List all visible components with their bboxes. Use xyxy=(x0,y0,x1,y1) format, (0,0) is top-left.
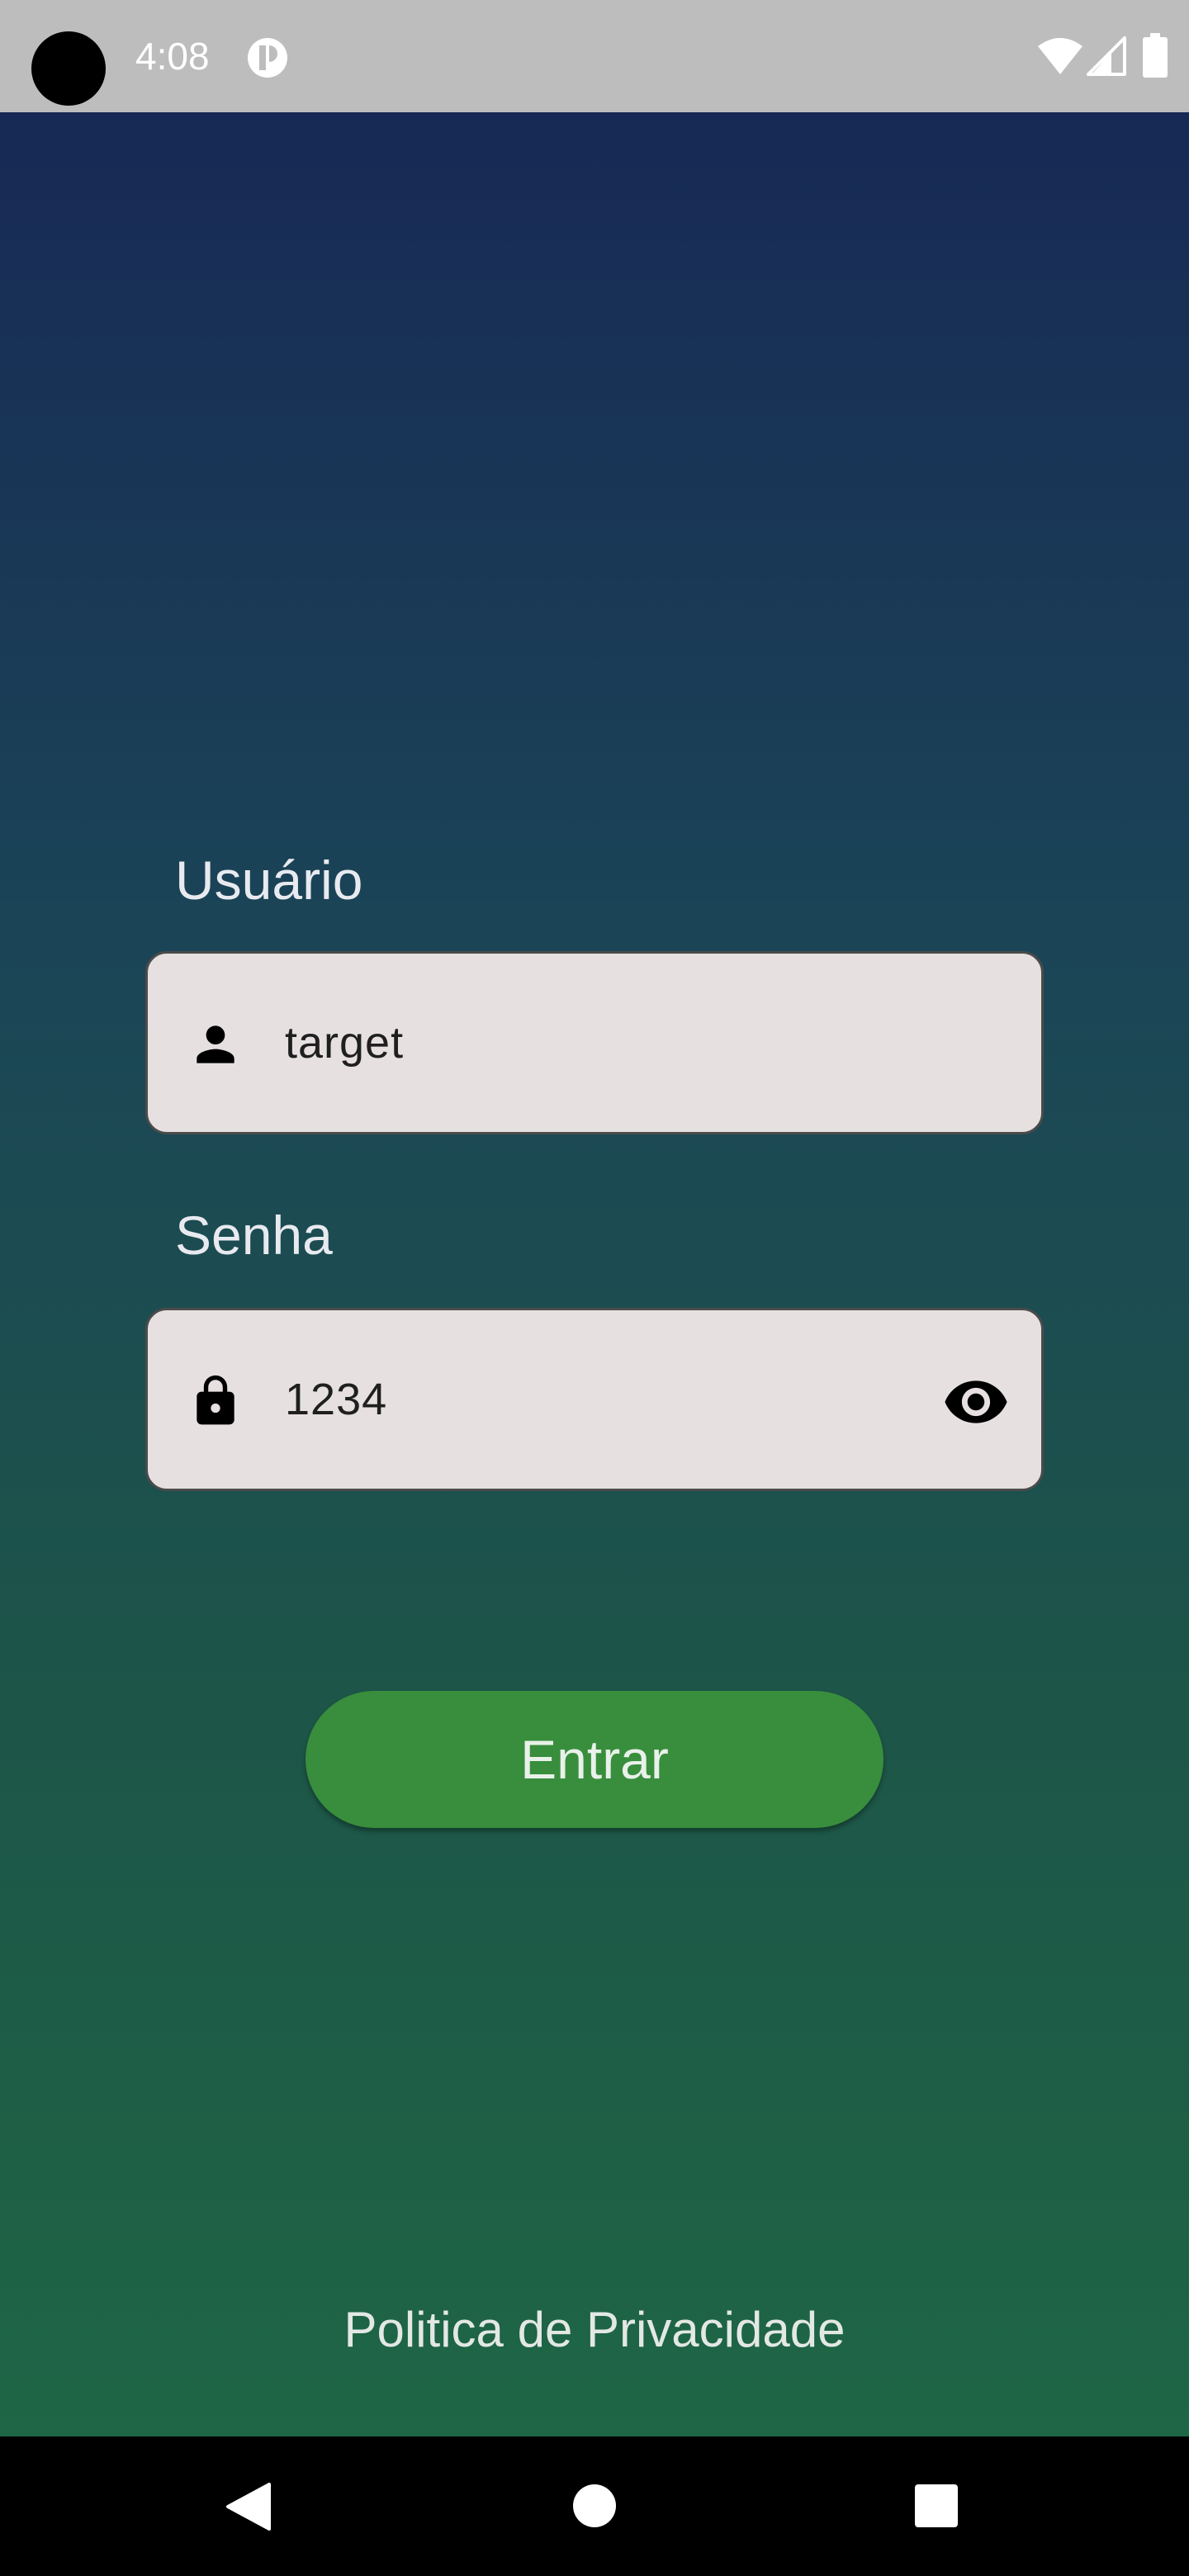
status-time: 4:08 xyxy=(135,35,210,78)
login-button[interactable]: Entrar xyxy=(306,1691,883,1828)
password-field[interactable]: 1234 xyxy=(145,1308,1044,1491)
status-bar: 4:08 xyxy=(0,0,1189,112)
recents-icon[interactable] xyxy=(915,2484,958,2527)
screen: 4:08 Usuário target Senha 1234 Entrar Po… xyxy=(0,0,1189,2576)
camera-cutout xyxy=(31,31,106,106)
password-value: 1234 xyxy=(285,1375,388,1424)
notification-icon xyxy=(248,38,287,78)
battery-icon xyxy=(1143,33,1168,78)
navigation-bar xyxy=(0,2436,1189,2576)
wifi-icon xyxy=(1038,38,1082,74)
username-label: Usuário xyxy=(175,850,363,911)
lock-icon xyxy=(197,1375,234,1425)
home-icon[interactable] xyxy=(573,2484,616,2527)
username-field[interactable]: target xyxy=(145,951,1044,1134)
username-value: target xyxy=(285,1018,405,1068)
back-icon[interactable] xyxy=(225,2481,271,2532)
cell-signal-icon xyxy=(1087,36,1126,76)
person-icon xyxy=(197,1025,234,1063)
password-label: Senha xyxy=(175,1205,333,1266)
login-screen: Usuário target Senha 1234 Entrar Politic… xyxy=(0,112,1189,2436)
privacy-policy-link[interactable]: Politica de Privacidade xyxy=(0,2297,1189,2363)
visibility-icon[interactable] xyxy=(942,1376,1010,1428)
